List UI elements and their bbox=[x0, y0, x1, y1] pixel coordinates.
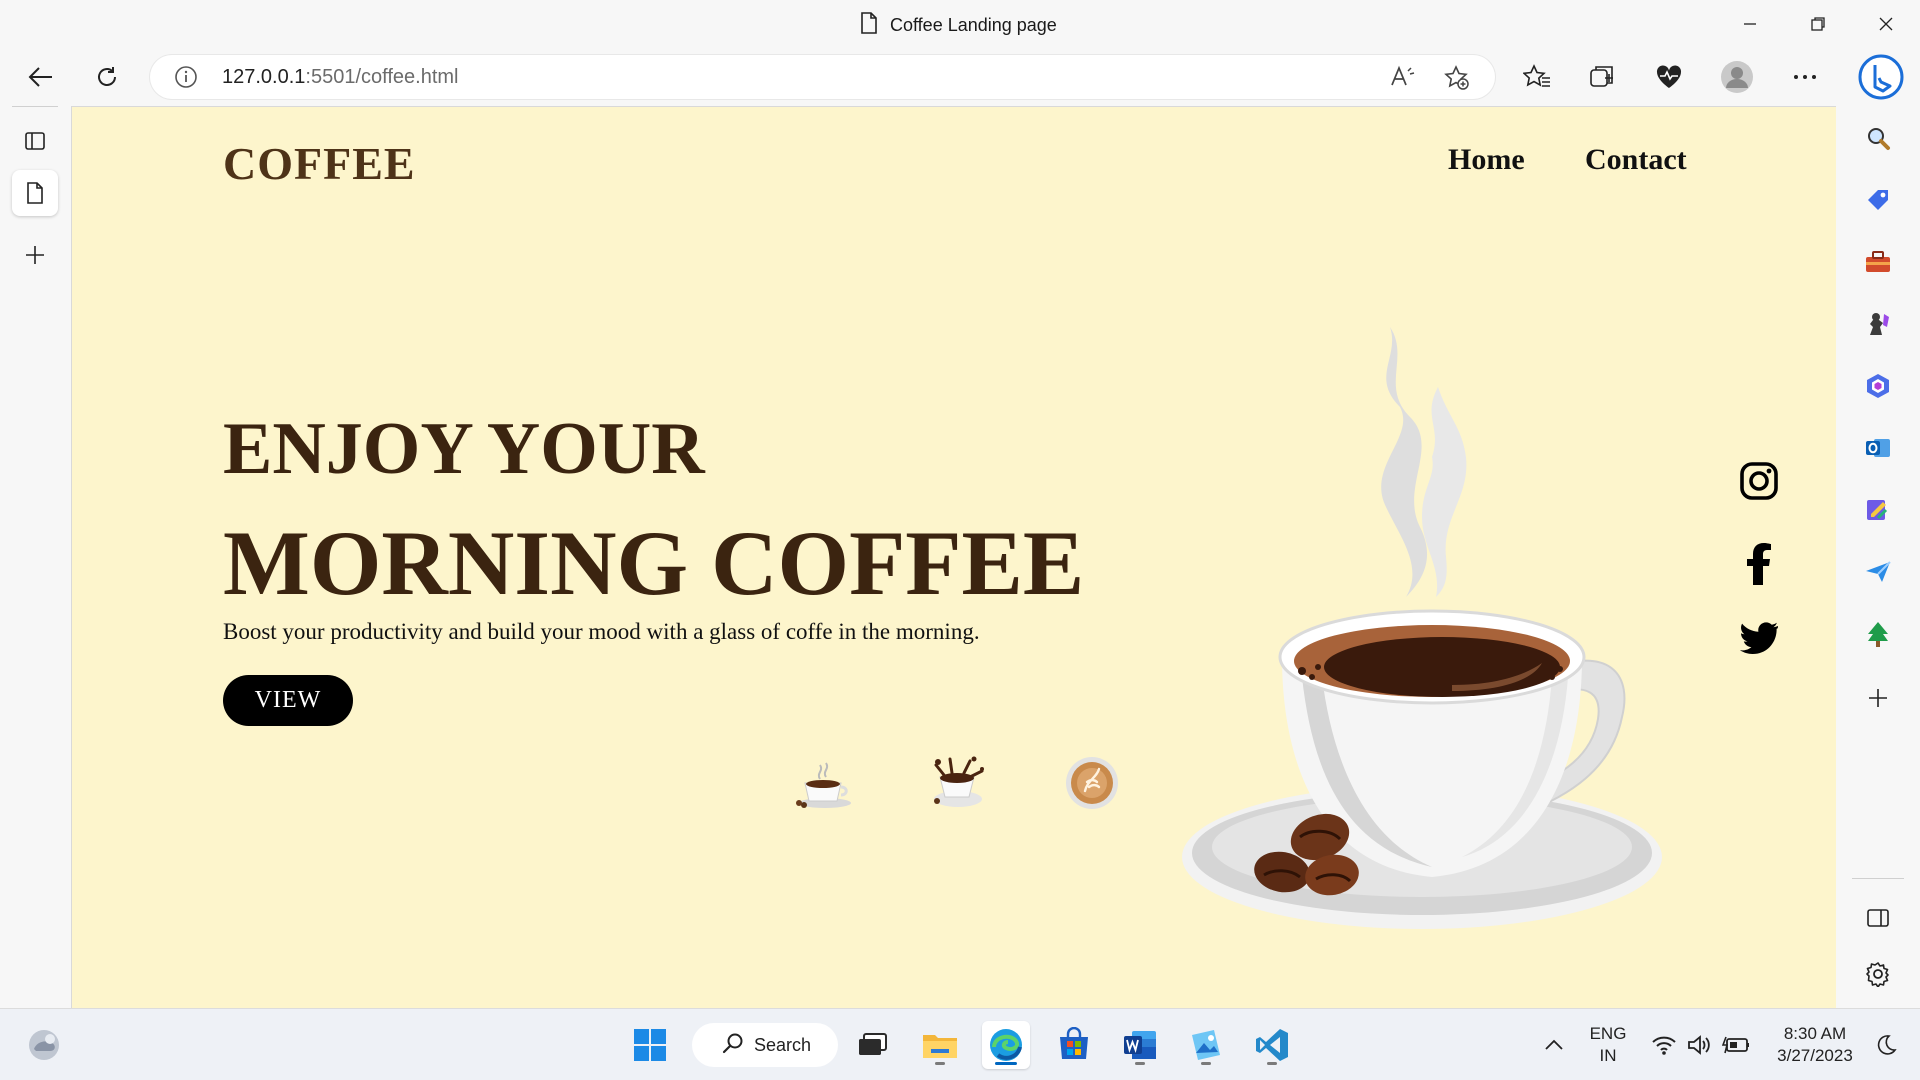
close-button[interactable] bbox=[1852, 0, 1920, 48]
twitter-icon[interactable] bbox=[1735, 615, 1783, 663]
more-icon[interactable] bbox=[1786, 58, 1824, 96]
language-indicator[interactable]: ENG IN bbox=[1582, 1023, 1634, 1067]
language-code: ENG bbox=[1589, 1024, 1627, 1043]
url-text[interactable]: 127.0.0.1:5501/coffee.html bbox=[222, 66, 459, 89]
page-icon[interactable] bbox=[12, 170, 58, 216]
title-bar: Coffee Landing page bbox=[0, 0, 1920, 50]
new-tab-icon[interactable] bbox=[12, 232, 58, 278]
shopping-icon[interactable] bbox=[1856, 178, 1900, 222]
vscode-icon[interactable] bbox=[1248, 1021, 1296, 1069]
task-view-icon[interactable] bbox=[848, 1021, 896, 1069]
start-icon[interactable] bbox=[626, 1021, 674, 1069]
designer-icon[interactable] bbox=[1856, 488, 1900, 532]
taskbar-search-label: Search bbox=[754, 1034, 812, 1055]
headline-line-2: MORNING COFFEE bbox=[223, 512, 1085, 614]
tab-actions-icon[interactable] bbox=[12, 118, 58, 164]
clock[interactable]: 8:30 AM 3/27/2023 bbox=[1766, 1023, 1864, 1067]
moon-icon[interactable] bbox=[1866, 1021, 1906, 1069]
favorites-icon[interactable] bbox=[1518, 58, 1556, 96]
split-screen-icon[interactable] bbox=[1856, 896, 1900, 940]
clock-date: 3/27/2023 bbox=[1777, 1046, 1853, 1065]
back-icon[interactable] bbox=[22, 58, 60, 96]
profile-icon[interactable] bbox=[1718, 58, 1756, 96]
outlook-icon[interactable] bbox=[1856, 426, 1900, 470]
instagram-icon[interactable] bbox=[1735, 457, 1783, 505]
window-title-text: Coffee Landing page bbox=[890, 14, 1057, 35]
coffee-thumbnail-1[interactable] bbox=[790, 747, 860, 817]
vertical-tabs-sidebar bbox=[0, 106, 70, 1008]
divider bbox=[12, 106, 58, 107]
microsoft-store-icon[interactable] bbox=[1050, 1021, 1098, 1069]
add-favorite-icon[interactable] bbox=[1444, 65, 1470, 96]
view-button[interactable]: VIEW bbox=[223, 675, 353, 726]
volume-icon[interactable] bbox=[1680, 1021, 1720, 1069]
weather-icon[interactable] bbox=[20, 1021, 68, 1069]
restore-button[interactable] bbox=[1784, 0, 1852, 48]
window-title: Coffee Landing page bbox=[860, 11, 1057, 39]
chevron-up-icon[interactable] bbox=[1534, 1021, 1574, 1069]
coffee-cup-illustration bbox=[1132, 297, 1692, 957]
hero-subtitle: Boost your productivity and build your m… bbox=[223, 619, 980, 644]
coffee-thumbnail-3[interactable] bbox=[1057, 747, 1127, 817]
edge-sidebar bbox=[1836, 106, 1920, 1008]
clock-time: 8:30 AM bbox=[1783, 1024, 1847, 1043]
settings-icon[interactable] bbox=[1856, 952, 1900, 996]
bing-icon[interactable] bbox=[1856, 52, 1906, 102]
games-icon[interactable] bbox=[1856, 302, 1900, 346]
nav-home-link[interactable]: Home bbox=[1448, 143, 1525, 177]
tools-icon[interactable] bbox=[1856, 240, 1900, 284]
divider bbox=[1852, 878, 1904, 879]
taskbar: Search ENG IN 8:30 AM 3/27/2023 bbox=[0, 1008, 1920, 1080]
browser-toolbar: 127.0.0.1:5501/coffee.html bbox=[0, 50, 1920, 104]
headline-line-1: ENJOY YOUR bbox=[223, 408, 705, 490]
taskbar-search[interactable]: Search bbox=[692, 1023, 838, 1067]
facebook-icon[interactable] bbox=[1735, 540, 1783, 588]
search-icon bbox=[722, 1032, 744, 1059]
battery-icon[interactable] bbox=[1716, 1021, 1756, 1069]
add-icon[interactable] bbox=[1856, 676, 1900, 720]
search-icon[interactable] bbox=[1856, 116, 1900, 160]
edge-browser-icon[interactable] bbox=[982, 1021, 1030, 1069]
send-icon[interactable] bbox=[1856, 550, 1900, 594]
refresh-icon[interactable] bbox=[88, 58, 126, 96]
minimize-button[interactable] bbox=[1716, 0, 1784, 48]
microsoft365-icon[interactable] bbox=[1856, 364, 1900, 408]
site-logo[interactable]: COFFEE bbox=[223, 137, 416, 190]
tree-icon[interactable] bbox=[1856, 612, 1900, 656]
info-icon[interactable] bbox=[174, 65, 198, 94]
read-aloud-icon[interactable] bbox=[1390, 65, 1416, 94]
browser-essentials-icon[interactable] bbox=[1650, 58, 1688, 96]
region-code: IN bbox=[1599, 1046, 1617, 1065]
wifi-icon[interactable] bbox=[1644, 1021, 1684, 1069]
photos-icon[interactable] bbox=[1182, 1021, 1230, 1069]
page-viewport: COFFEE Home Contact ENJOY YOUR MORNING C… bbox=[71, 106, 1836, 1008]
collections-icon[interactable] bbox=[1584, 58, 1622, 96]
nav-contact-link[interactable]: Contact bbox=[1585, 143, 1687, 177]
word-icon[interactable] bbox=[1116, 1021, 1164, 1069]
coffee-thumbnail-2[interactable] bbox=[922, 747, 992, 817]
file-explorer-icon[interactable] bbox=[916, 1021, 964, 1069]
document-icon bbox=[860, 11, 878, 39]
address-bar[interactable]: 127.0.0.1:5501/coffee.html bbox=[150, 55, 1495, 99]
